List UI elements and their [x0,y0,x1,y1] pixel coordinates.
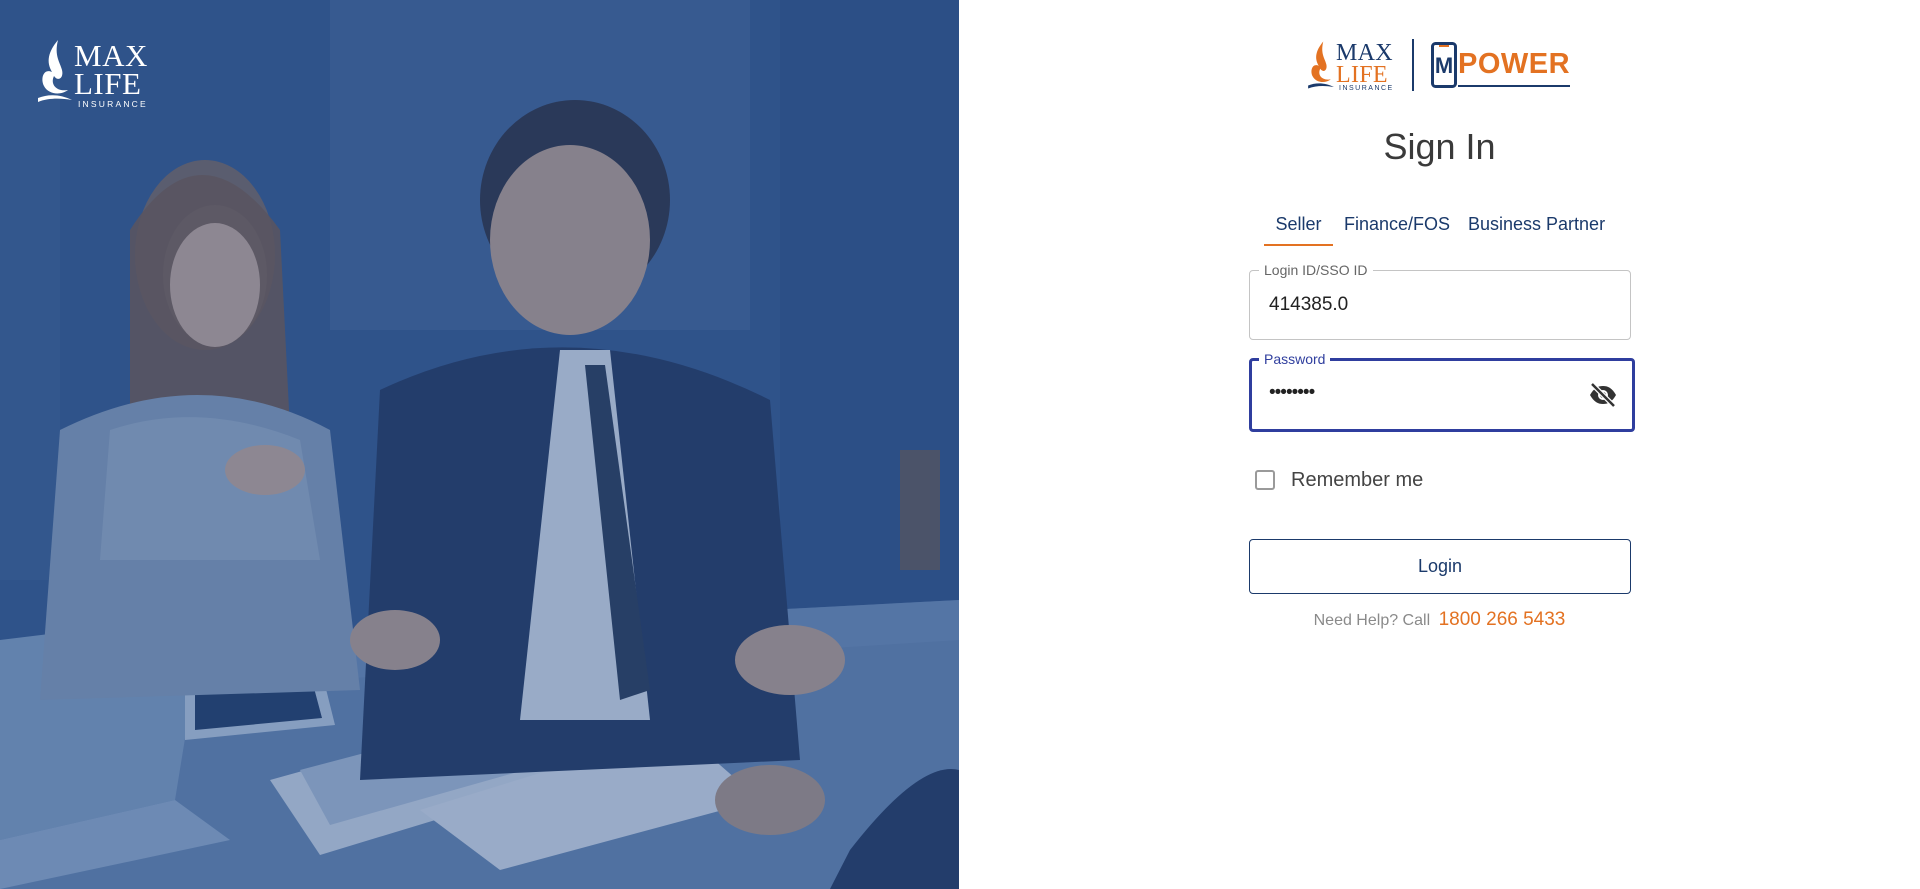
brand-logo-life: LIFE [1336,62,1388,88]
help-text: Need Help? Call [1313,612,1431,629]
login-id-label: Login ID/SSO ID [1259,262,1373,278]
max-life-flame-icon [1308,41,1334,89]
hero-logo-life: LIFE [74,66,142,101]
login-id-input[interactable] [1267,289,1571,321]
brand-product-name: POWER [1458,48,1571,80]
brand-header: MAX LIFE INSURANCE M POWER [1308,37,1578,93]
hero-panel: MAX LIFE INSURANCE [0,0,959,889]
tab-finance-fos[interactable]: Finance/FOS [1344,210,1450,244]
password-input[interactable] [1267,377,1571,409]
mobile-phone-icon: M [1431,42,1457,88]
brand-divider [1412,39,1414,91]
hero-max-life-logo: MAX LIFE INSURANCE [38,36,158,110]
brand-underline [1458,85,1570,87]
remember-me-checkbox[interactable] [1255,470,1275,490]
password-field: Password [1249,351,1635,432]
login-id-field: Login ID/SSO ID [1249,262,1631,340]
phone-letter: M [1435,53,1453,78]
password-label: Password [1259,351,1331,367]
login-button[interactable]: Login [1249,539,1631,594]
help-phone-link[interactable]: 1800 266 5433 [1439,609,1566,630]
hero-logo-insurance: INSURANCE [78,99,148,109]
flame-icon [38,40,72,102]
office-meeting-photo [0,0,959,889]
brand-logo-insurance: INSURANCE [1339,85,1394,92]
eye-off-icon[interactable] [1588,382,1618,408]
remember-me-label: Remember me [1291,469,1424,491]
page-title: Sign In [1383,126,1496,167]
tab-seller[interactable]: Seller [1264,210,1333,246]
login-panel: MAX LIFE INSURANCE M POWER Sign In Selle… [959,0,1920,889]
help-line: Need Help? Call 1800 266 5433 [959,609,1920,631]
tab-business-partner[interactable]: Business Partner [1468,210,1605,244]
